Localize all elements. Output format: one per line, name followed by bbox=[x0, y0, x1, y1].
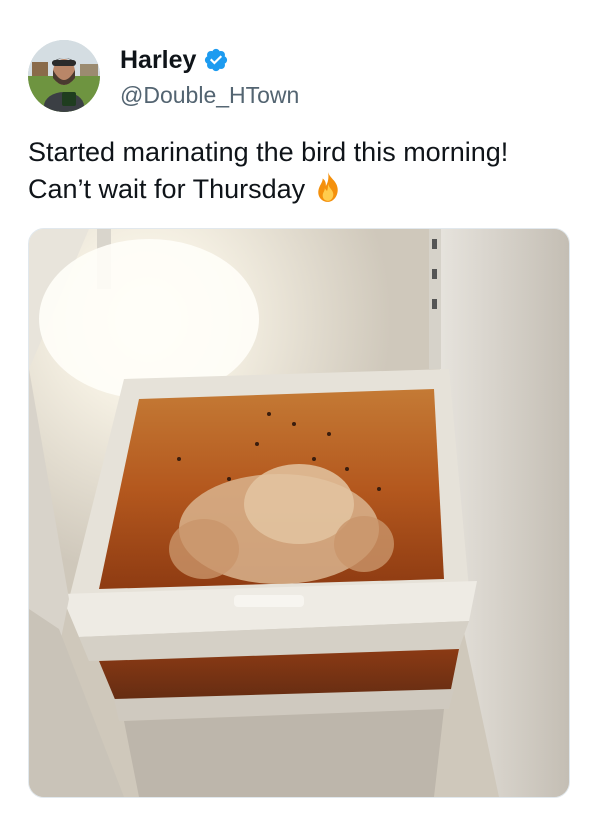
tweet-header: Harley @Double_HTown bbox=[28, 40, 568, 112]
verified-badge-icon bbox=[203, 47, 229, 73]
author-names: Harley @Double_HTown bbox=[120, 44, 299, 110]
tweet-body: Started marinating the bird this morning… bbox=[28, 134, 568, 207]
handle[interactable]: @Double_HTown bbox=[120, 80, 299, 110]
avatar[interactable] bbox=[28, 40, 100, 112]
photo-fridge-crisper-drawer bbox=[29, 229, 569, 797]
display-name[interactable]: Harley bbox=[120, 45, 196, 75]
tweet-text: Started marinating the bird this morning… bbox=[28, 137, 509, 204]
avatar-photo bbox=[28, 40, 100, 112]
tweet-card[interactable]: Harley @Double_HTown Started marinating … bbox=[0, 0, 599, 837]
tweet-photo[interactable] bbox=[28, 228, 570, 798]
fire-icon bbox=[311, 170, 345, 204]
display-name-row: Harley bbox=[120, 44, 299, 76]
